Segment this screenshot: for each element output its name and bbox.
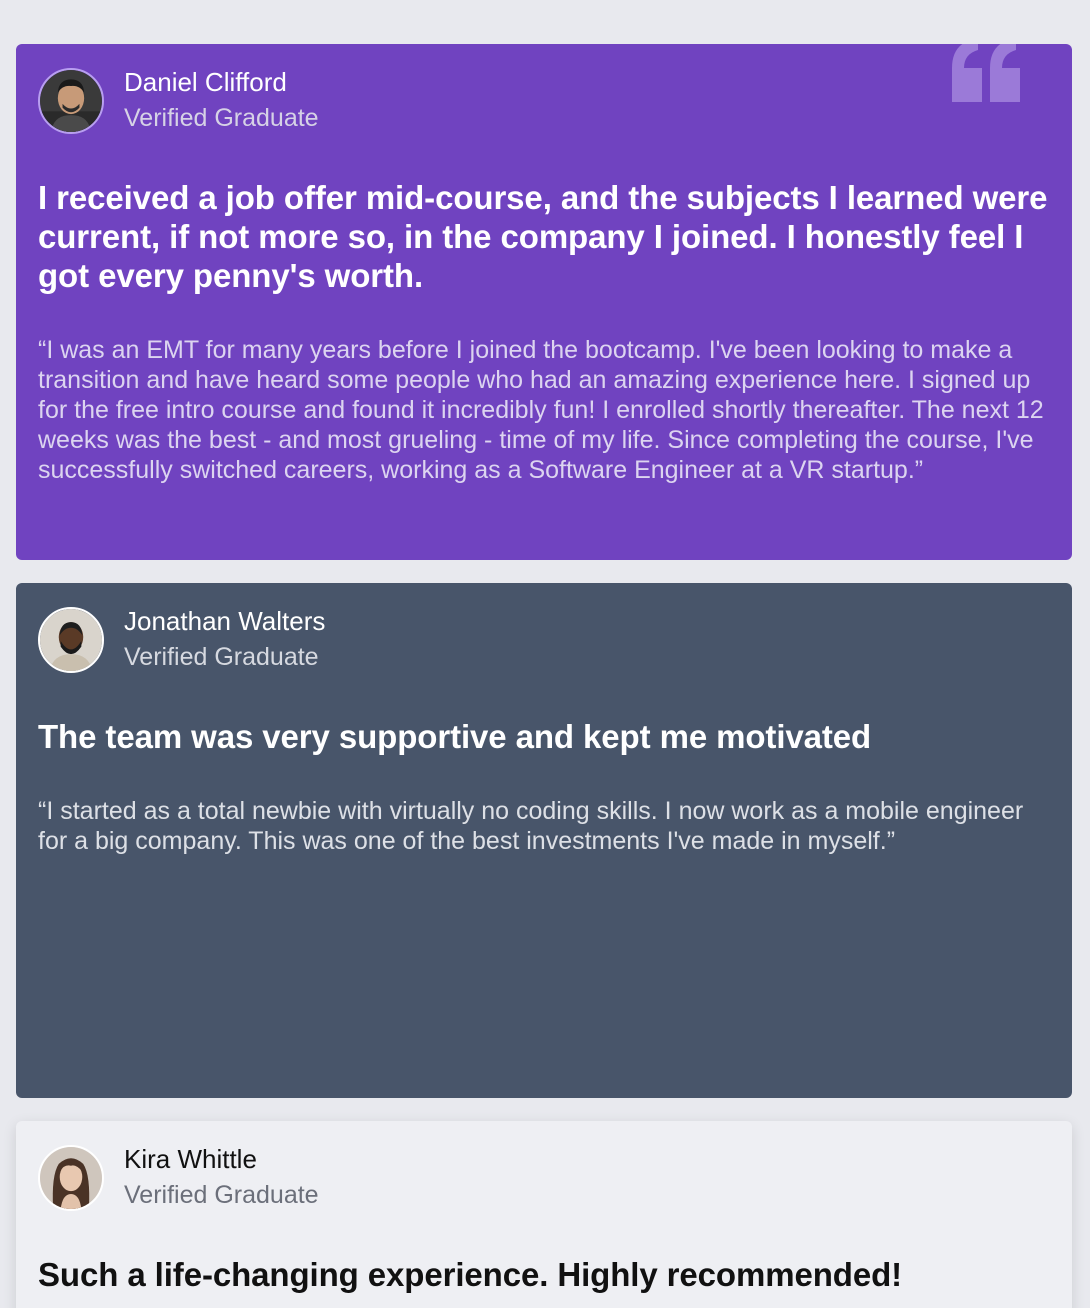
author-role: Verified Graduate <box>124 104 319 132</box>
testimonial-headline: I received a job offer mid-course, and t… <box>38 179 1048 294</box>
testimonial-card-daniel: Daniel Clifford Verified Graduate I rece… <box>16 44 1072 560</box>
author-role: Verified Graduate <box>124 643 319 671</box>
testimonial-card-kira: Kira Whittle Verified Graduate Such a li… <box>16 1121 1072 1308</box>
testimonial-quote: “I started as a total newbie with virtua… <box>38 797 1024 855</box>
author-name: Jonathan Walters <box>124 606 326 636</box>
testimonial-quote: “I was an EMT for many years before I jo… <box>38 336 1044 484</box>
author-role: Verified Graduate <box>124 1181 319 1209</box>
author-name: Daniel Clifford <box>124 67 287 97</box>
avatar <box>38 607 104 673</box>
testimonials-grid: Daniel Clifford Verified Graduate I rece… <box>0 0 1090 1308</box>
testimonial-card-jonathan: Jonathan Walters Verified Graduate The t… <box>16 583 1072 1098</box>
card-header: Kira Whittle Verified Graduate <box>38 1143 1050 1213</box>
avatar-photo-icon <box>40 609 102 671</box>
avatar <box>38 68 104 134</box>
testimonial-headline: The team was very supportive and kept me… <box>38 718 872 755</box>
card-header: Daniel Clifford Verified Graduate <box>38 66 1050 136</box>
avatar-photo-icon <box>40 70 102 132</box>
card-header: Jonathan Walters Verified Graduate <box>38 605 1050 675</box>
quotation-mark-icon <box>952 44 1020 102</box>
avatar-photo-icon <box>40 1147 102 1209</box>
avatar <box>38 1145 104 1211</box>
testimonial-headline: Such a life-changing experience. Highly … <box>38 1256 903 1293</box>
author-name: Kira Whittle <box>124 1144 257 1174</box>
